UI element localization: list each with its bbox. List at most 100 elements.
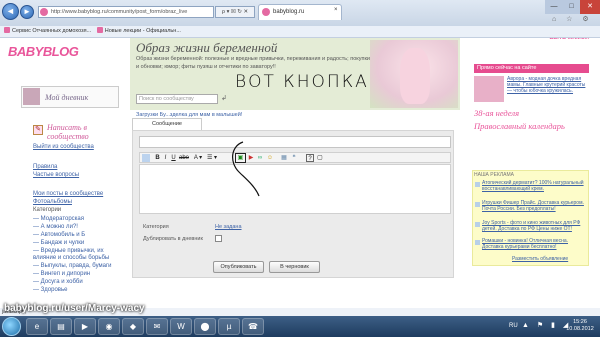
window-maximize-button[interactable]: □	[563, 0, 580, 14]
browser-tab-active[interactable]: babyblog.ru	[258, 4, 342, 20]
left-sidebar: BABYBLOG Мой дневник ✎ Написать в сообще…	[0, 38, 130, 310]
ad-image[interactable]	[475, 202, 480, 207]
favorite-icon	[4, 27, 10, 33]
category-item[interactable]: влияние и способы борьбы	[33, 255, 109, 261]
tab-message[interactable]: Сообщение	[132, 118, 202, 130]
ad-link[interactable]: Игрушки Фишер Прайс. Доставка курьером. …	[482, 200, 587, 212]
web-page: BABYBLOG Мой дневник ✎ Написать в сообще…	[0, 38, 600, 310]
ads-title: НАША РЕКЛАМА	[474, 172, 514, 178]
site-favicon-icon	[40, 8, 48, 16]
my-posts-link[interactable]: Мои посты в сообществе	[33, 191, 103, 197]
albums-link[interactable]: Фотоальбомы	[33, 199, 72, 205]
category-label: Категория	[143, 224, 169, 230]
community-description: Образ жизни беременной: полезные и вредн…	[136, 56, 370, 70]
category-item[interactable]: — Выпуклы, правда, бумаги	[33, 263, 112, 269]
ad-image[interactable]	[475, 182, 480, 187]
ad-image[interactable]	[475, 240, 480, 245]
favorite-item[interactable]: Новые лекции - Официальн...	[96, 26, 181, 37]
post-body-textarea[interactable]	[139, 164, 451, 214]
tab-favicon-icon	[262, 8, 270, 16]
write-to-community-link[interactable]: Написать в сообщество	[47, 123, 117, 141]
taskbar-app-icon[interactable]: ◆	[122, 318, 144, 335]
publish-button[interactable]: Опубликовать	[213, 261, 264, 273]
ad-image[interactable]	[475, 222, 480, 227]
strikethrough-button[interactable]: abe	[178, 154, 190, 162]
window-minimize-button[interactable]: —	[545, 0, 563, 14]
taskbar-app-icon[interactable]: W	[170, 318, 192, 335]
font-color-button[interactable]: A ▾	[192, 154, 204, 162]
post-editor: B I U abe A ▾ ☰ ▾ ▣ ▶ ∞ ☺ ▦ ❝ ? ▢ Катего…	[132, 130, 454, 278]
right-sidebar: БЫТЬ МАМОЙ Прямо сейчас на сайте Аврора …	[460, 38, 600, 310]
editor-toolbar: B I U abe A ▾ ☰ ▾ ▣ ▶ ∞ ☺ ▦ ❝ ? ▢	[139, 152, 451, 163]
tab-close-icon[interactable]: ×	[334, 7, 338, 13]
promo-image[interactable]	[474, 76, 504, 102]
site-logo[interactable]: BABYBLOG	[8, 44, 79, 59]
quote-icon[interactable]: ❝	[290, 154, 298, 162]
address-bar[interactable]: http://www.babyblog.ru/community/post_fo…	[38, 6, 214, 18]
favorite-item[interactable]: Сервис Отчаянных домохозя...	[4, 26, 91, 37]
duplicate-checkbox[interactable]	[215, 235, 222, 242]
duplicate-label: Дублировать в дневник	[143, 236, 203, 242]
ad-link[interactable]: Атопический дерматит? 100% натуральный в…	[482, 180, 587, 192]
category-item[interactable]: — Вредные привычки, их	[33, 248, 104, 254]
category-item[interactable]: — Автомобиль и Б	[33, 232, 85, 238]
smile-icon[interactable]: ☺	[266, 154, 274, 162]
community-search-input[interactable]: Поиск по сообществу	[136, 94, 218, 104]
pregnancy-week-link[interactable]: 38-ая неделя	[474, 108, 519, 118]
pregnant-woman-illustration	[400, 48, 430, 104]
bold-button[interactable]: B	[154, 154, 161, 162]
clock-time: 15:26	[573, 319, 587, 325]
taskbar-app-icon[interactable]: ◉	[98, 318, 120, 335]
promo-header: Прямо сейчас на сайте	[474, 64, 589, 73]
category-item[interactable]: — Вингеп и дипорин	[33, 271, 90, 277]
browser-titlebar: ◄ ► http://www.babyblog.ru/community/pos…	[0, 0, 600, 26]
underline-button[interactable]: U	[170, 154, 177, 162]
taskbar-utorrent-icon[interactable]: µ	[218, 318, 240, 335]
forward-button[interactable]: ►	[20, 5, 34, 19]
category-item[interactable]: — Досуга и хобби	[33, 279, 83, 285]
category-select-link[interactable]: Не задана	[215, 224, 242, 230]
search-submit-icon[interactable]: ↲	[221, 94, 227, 102]
favorite-icon	[96, 27, 103, 33]
place-ad-link[interactable]: Разместить объявление	[512, 256, 568, 262]
taskbar-ie-icon[interactable]: e	[26, 318, 48, 335]
promo-link[interactable]: Аврора - модная дочка вредная мамы. Глав…	[507, 76, 589, 94]
clock[interactable]: 15:26 10.08.2012	[563, 319, 597, 333]
start-button[interactable]	[2, 317, 21, 336]
ad-link[interactable]: Joy Sports - фото и кино животных для РФ…	[482, 220, 587, 232]
top-banner-ad[interactable]: БЫТЬ МАМОЙ	[474, 38, 589, 47]
format-icon[interactable]	[142, 154, 150, 162]
language-indicator[interactable]: RU	[509, 323, 518, 329]
box-icon[interactable]: ▢	[316, 154, 324, 162]
taskbar-media-icon[interactable]: ▶	[74, 318, 96, 335]
clock-date: 10.08.2012	[566, 326, 594, 332]
handwritten-annotation: ВОТ КНОПКА	[235, 72, 369, 92]
address-tools[interactable]: ρ ▾ ☒ ↻ ✕	[215, 6, 255, 18]
window-close-button[interactable]: ✕	[580, 0, 600, 14]
category-item[interactable]: — Модераторская	[33, 216, 84, 222]
category-item[interactable]: — А можно ли?!	[33, 224, 78, 230]
taskbar-app-icon[interactable]: ✉	[146, 318, 168, 335]
category-item[interactable]: — Бандаж и чулки	[33, 240, 84, 246]
italic-button[interactable]: I	[162, 154, 169, 162]
my-diary-link[interactable]: Мой дневник	[45, 93, 88, 102]
browser-tool-icons[interactable]: ⌂ ☆ ⚙	[552, 15, 598, 23]
help-icon[interactable]: ?	[306, 154, 314, 162]
faq-link[interactable]: Частые вопросы	[33, 172, 79, 178]
taskbar-app-icon[interactable]: ☎	[242, 318, 264, 335]
orthodox-calendar-link[interactable]: Православный календарь	[474, 122, 589, 131]
exit-community-link[interactable]: Выйти из сообщества	[33, 144, 94, 150]
ad-link[interactable]: Ромашки - новинка! Отличная весна. Доста…	[482, 238, 587, 250]
taskbar-folder-icon[interactable]: ▤	[50, 318, 72, 335]
user-avatar[interactable]	[23, 88, 40, 105]
taskbar-app-icon[interactable]: ⬤	[194, 318, 216, 335]
highlight-button[interactable]: ☰ ▾	[206, 154, 218, 162]
subject-input[interactable]	[139, 136, 451, 148]
category-item[interactable]: — Здоровье	[33, 287, 67, 293]
pencil-icon: ✎	[33, 125, 43, 135]
table-icon[interactable]: ▦	[280, 154, 288, 162]
back-button[interactable]: ◄	[2, 3, 19, 20]
rules-link[interactable]: Правила	[33, 164, 57, 170]
taskbar: e ▤ ▶ ◉ ◆ ✉ W ⬤ µ ☎ RU ▲ ⚑ ▮ ◢ 15:26 10.0…	[0, 316, 600, 337]
save-draft-button[interactable]: В черновик	[269, 261, 320, 273]
